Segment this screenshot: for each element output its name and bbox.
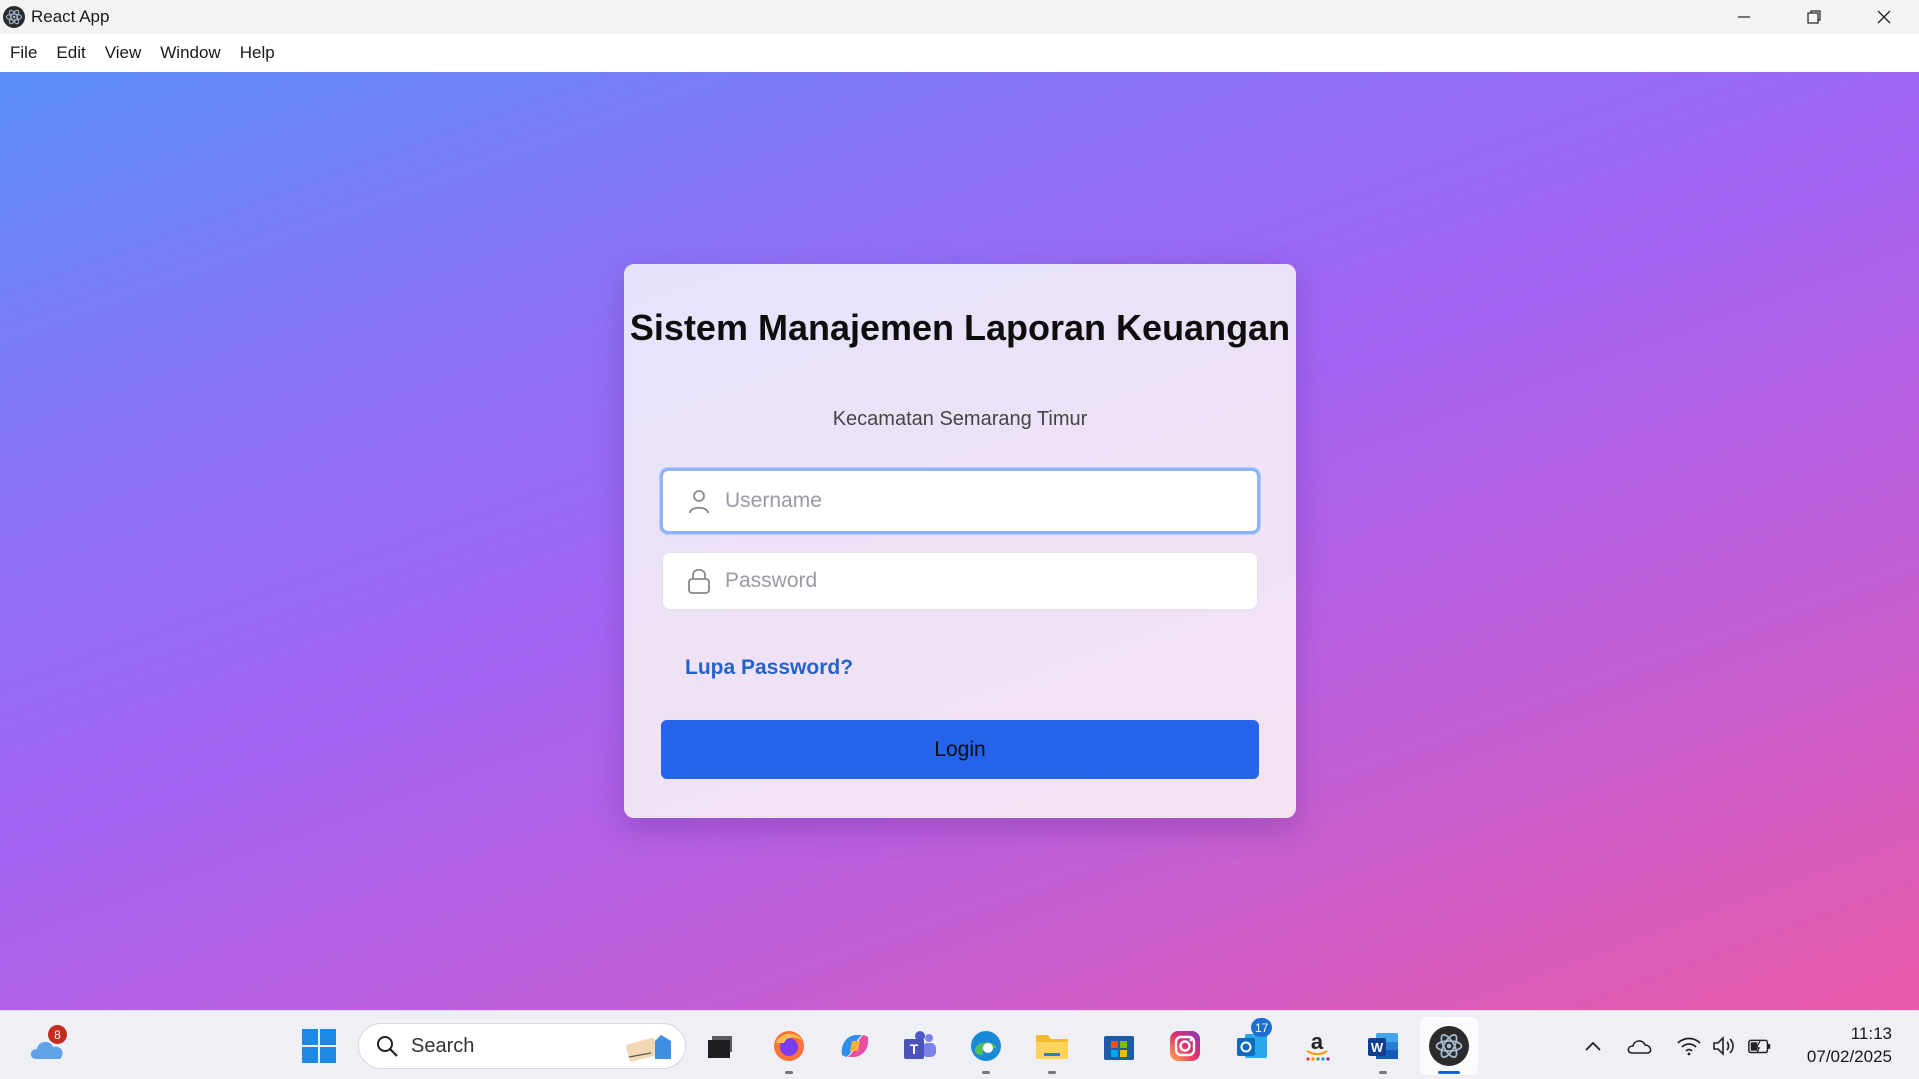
window-controls [1709, 0, 1919, 34]
battery-button[interactable] [1747, 1033, 1773, 1059]
password-field[interactable] [662, 552, 1258, 610]
svg-text:W: W [1371, 1040, 1384, 1055]
taskbar-search[interactable]: Search [358, 1023, 686, 1069]
edge-running-indicator [982, 1071, 990, 1074]
username-input[interactable] [725, 489, 1225, 513]
taskbar: 8 Search T 17 a W 11:13 07/02/2025 [0, 1010, 1919, 1079]
show-hidden-icons-button[interactable] [1580, 1033, 1606, 1059]
teams-icon: T [904, 1031, 936, 1059]
clock[interactable]: 11:13 07/02/2025 [1807, 1022, 1892, 1068]
outlook-button[interactable]: 17 [1232, 1018, 1273, 1066]
login-card: Sistem Manajemen Laporan Keuangan Kecama… [624, 264, 1296, 818]
react-app-active-indicator [1438, 1071, 1460, 1074]
user-icon [685, 487, 713, 515]
edge-button[interactable] [966, 1026, 1006, 1066]
close-icon [1877, 10, 1891, 24]
menu-window[interactable]: Window [160, 43, 220, 63]
chevron-up-icon [1585, 1041, 1601, 1051]
onedrive-button[interactable] [1627, 1033, 1653, 1059]
window-title: React App [31, 7, 110, 26]
amazon-icon: a [1306, 1029, 1330, 1061]
minimize-icon [1738, 16, 1750, 18]
clock-date: 07/02/2025 [1806, 1047, 1892, 1066]
instagram-button[interactable] [1165, 1026, 1205, 1066]
instagram-icon [1170, 1031, 1200, 1061]
folder-icon [1036, 1035, 1068, 1059]
close-button[interactable] [1849, 0, 1919, 34]
volume-button[interactable] [1711, 1033, 1737, 1059]
word-icon: W [1368, 1033, 1398, 1059]
electron-icon [1429, 1026, 1469, 1066]
volume-icon [1713, 1036, 1734, 1056]
microsoft-store-button[interactable] [1099, 1026, 1139, 1066]
onedrive-icon [1627, 1040, 1652, 1054]
search-icon [377, 1036, 398, 1057]
word-running-indicator [1379, 1071, 1387, 1074]
lock-icon [685, 567, 713, 595]
minimize-button[interactable] [1709, 0, 1779, 34]
login-button[interactable]: Login [661, 720, 1259, 779]
app-background: Sistem Manajemen Laporan Keuangan Kecama… [0, 72, 1919, 1010]
firefox-running-indicator [785, 1071, 793, 1074]
menu-edit[interactable]: Edit [56, 43, 85, 63]
task-view-button[interactable] [700, 1026, 740, 1066]
forgot-password-link[interactable]: Lupa Password? [685, 656, 853, 680]
copilot-icon [841, 1035, 869, 1057]
weather-widget[interactable]: 8 [28, 1025, 68, 1063]
restore-icon [1807, 10, 1821, 24]
clock-time: 11:13 [1850, 1024, 1892, 1043]
amazon-button[interactable]: a [1297, 1026, 1337, 1066]
start-button[interactable] [299, 1026, 339, 1066]
electron-app-icon [3, 6, 25, 28]
menu-file[interactable]: File [10, 43, 37, 63]
page-title: Sistem Manajemen Laporan Keuangan [629, 307, 1291, 348]
username-field[interactable] [660, 468, 1260, 534]
copilot-button[interactable] [835, 1026, 875, 1066]
search-highlight-icon [626, 1035, 671, 1062]
file-explorer-running-indicator [1048, 1071, 1056, 1074]
menu-view[interactable]: View [105, 43, 142, 63]
store-icon [1104, 1036, 1134, 1060]
page-subtitle: Kecamatan Semarang Timur [832, 408, 1088, 430]
wifi-button[interactable] [1676, 1033, 1702, 1059]
file-explorer-button[interactable] [1032, 1026, 1072, 1066]
wifi-icon [1677, 1037, 1701, 1056]
outlook-badge: 17 [1251, 1018, 1273, 1037]
search-label: Search [411, 1034, 475, 1057]
windows-logo-icon [302, 1029, 336, 1063]
word-button[interactable]: W [1363, 1026, 1403, 1066]
svg-text:T: T [910, 1041, 919, 1057]
task-view-icon [708, 1036, 732, 1058]
svg-text:a: a [1311, 1029, 1324, 1054]
react-app-taskbar-button[interactable] [1420, 1017, 1478, 1075]
edge-icon [971, 1031, 1001, 1061]
teams-button[interactable]: T [900, 1026, 940, 1066]
firefox-icon [774, 1031, 804, 1061]
title-bar: React App [0, 0, 1919, 34]
menu-bar: File Edit View Window Help [0, 34, 1919, 72]
password-input[interactable] [725, 569, 1225, 593]
firefox-button[interactable] [769, 1026, 809, 1066]
restore-button[interactable] [1779, 0, 1849, 34]
weather-badge: 8 [48, 1025, 67, 1044]
battery-icon [1748, 1039, 1771, 1054]
menu-help[interactable]: Help [240, 43, 275, 63]
